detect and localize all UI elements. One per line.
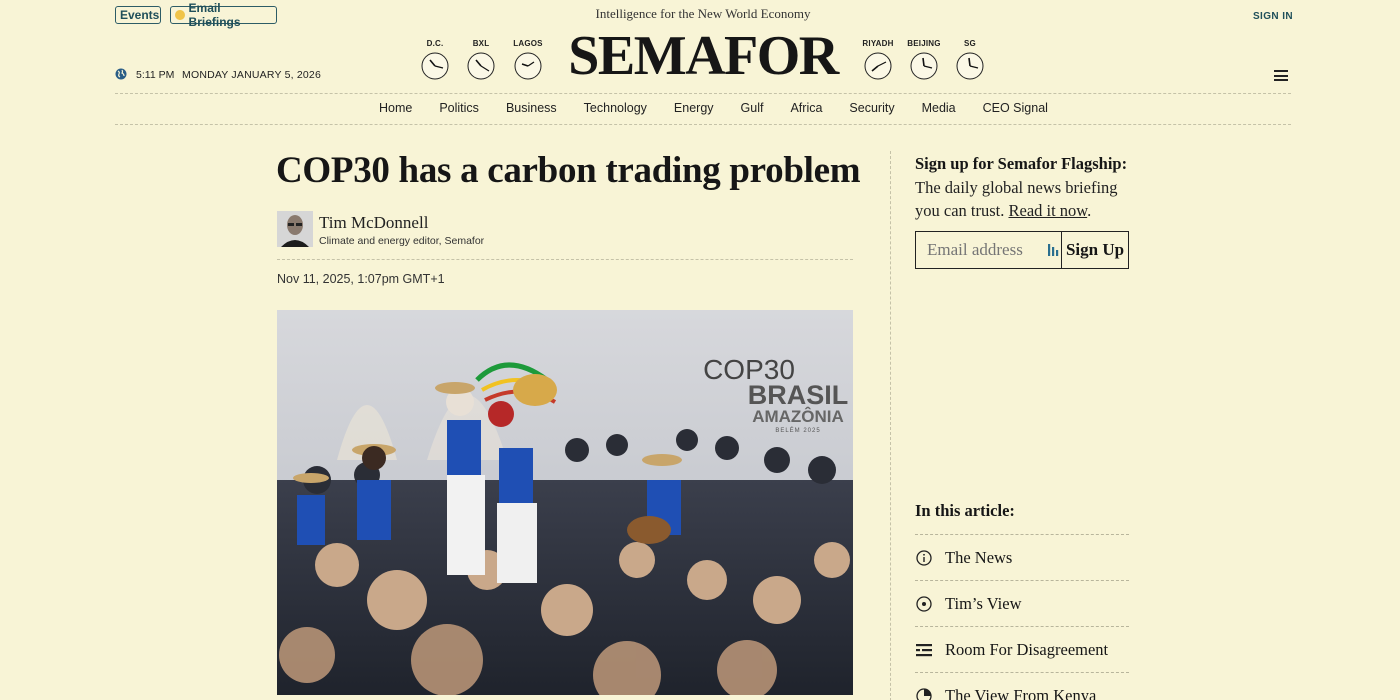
clock-city: LAGOS xyxy=(513,39,543,48)
sign-up-button[interactable]: Sign Up xyxy=(1061,232,1128,268)
clock-beijing: BEIJING xyxy=(904,39,944,80)
sign-belem: BELÉM 2025 xyxy=(775,427,820,434)
signup-form: Sign Up xyxy=(915,231,1129,269)
clock-icon xyxy=(864,52,892,80)
globe-icon xyxy=(915,687,933,700)
clock-city: BXL xyxy=(472,39,490,48)
email-input[interactable] xyxy=(916,232,1047,268)
clock-dc: D.C. xyxy=(415,39,455,80)
clock-city: BEIJING xyxy=(907,39,941,48)
toc-title: In this article: xyxy=(915,501,1015,520)
tagline: Intelligence for the New World Economy xyxy=(595,6,811,21)
nav-business[interactable]: Business xyxy=(506,101,557,115)
clock-city: RIYADH xyxy=(862,39,894,48)
nav-africa[interactable]: Africa xyxy=(790,101,822,115)
toc-item-tims-view[interactable]: Tim’s View xyxy=(915,580,1129,626)
toc-item-the-news[interactable]: The News xyxy=(915,534,1129,580)
menu-icon[interactable] xyxy=(1274,70,1288,81)
clock-city: SG xyxy=(964,39,976,48)
divider xyxy=(277,259,853,260)
column-divider xyxy=(890,151,891,700)
signup-heading: Sign up for Semafor Flagship: xyxy=(915,154,1128,173)
sign-in-link[interactable]: SIGN IN xyxy=(1253,11,1293,22)
nav-gulf[interactable]: Gulf xyxy=(741,101,764,115)
clock-icon xyxy=(956,52,984,80)
nav-home[interactable]: Home xyxy=(379,101,412,115)
nav-security[interactable]: Security xyxy=(849,101,894,115)
sign-amazonia: AMAZÔNIA xyxy=(752,407,844,426)
divider xyxy=(115,93,1291,94)
clock-riyadh: RIYADH xyxy=(858,39,898,80)
article-headline: COP30 has a carbon trading problem xyxy=(276,150,861,191)
toc-item-room-for-disagreement[interactable]: Room For Disagreement xyxy=(915,626,1129,672)
toc-item-view-from-kenya[interactable]: The View From Kenya xyxy=(915,672,1129,700)
nav-media[interactable]: Media xyxy=(922,101,956,115)
publish-date: Nov 11, 2025, 1:07pm GMT+1 xyxy=(277,272,445,286)
main-nav: Home Politics Business Technology Energy… xyxy=(379,101,1075,115)
clock-lagos: LAGOS xyxy=(508,39,548,80)
globe-icon xyxy=(115,68,127,80)
toc-label: The News xyxy=(945,547,1013,567)
clock-icon xyxy=(514,52,542,80)
nav-energy[interactable]: Energy xyxy=(674,101,714,115)
author-name[interactable]: Tim McDonnell xyxy=(319,213,428,233)
sign-brasil: BRASIL xyxy=(748,380,849,410)
toc-label: Tim’s View xyxy=(945,593,1022,613)
clock-sg: SG xyxy=(950,39,990,80)
current-date: MONDAY JANUARY 5, 2026 xyxy=(182,69,322,81)
author-avatar[interactable] xyxy=(277,211,313,247)
password-manager-icon[interactable] xyxy=(1047,232,1061,268)
divider xyxy=(115,124,1291,125)
clock-icon xyxy=(421,52,449,80)
lines-icon xyxy=(915,641,933,659)
semafor-logo[interactable]: SEMAFOR xyxy=(560,26,846,86)
nav-politics[interactable]: Politics xyxy=(439,101,479,115)
clock-icon xyxy=(467,52,495,80)
nav-ceo-signal[interactable]: CEO Signal xyxy=(983,101,1048,115)
clock-bxl: BXL xyxy=(461,39,501,80)
target-icon xyxy=(915,595,933,613)
author-role: Climate and energy editor, Semafor xyxy=(319,235,485,247)
toc-label: Room For Disagreement xyxy=(945,639,1109,659)
table-of-contents: The News Tim’s View Room For Disagreemen… xyxy=(915,534,1129,700)
info-icon xyxy=(915,549,933,567)
current-time: 5:11 PM xyxy=(136,69,175,81)
nav-technology[interactable]: Technology xyxy=(584,101,647,115)
clock-city: D.C. xyxy=(426,39,444,48)
article-photo: COP30 BRASIL AMAZÔNIA BELÉM 2025 xyxy=(277,310,853,695)
clock-icon xyxy=(910,52,938,80)
newsletter-promo: Sign up for Semafor Flagship: The daily … xyxy=(915,154,1128,220)
toc-label: The View From Kenya xyxy=(945,685,1097,700)
read-it-now-link[interactable]: Read it now xyxy=(1008,201,1087,220)
